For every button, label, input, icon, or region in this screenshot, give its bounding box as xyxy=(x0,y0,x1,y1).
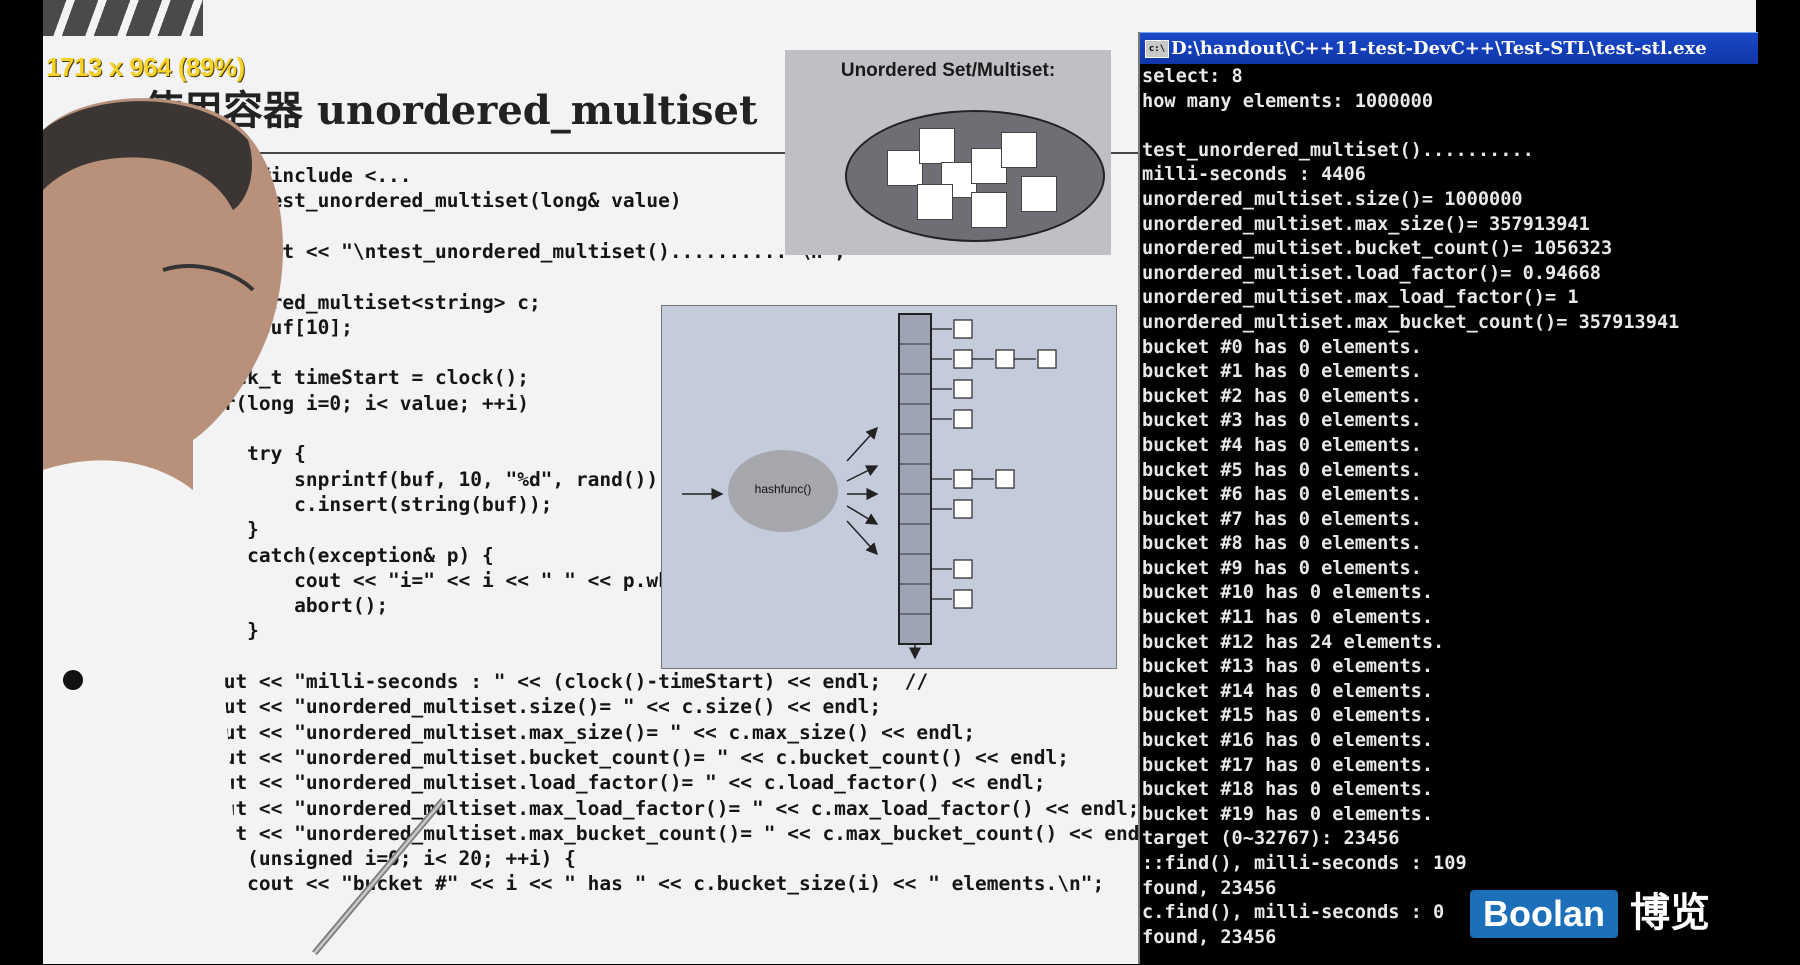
console-line: test_unordered_multiset().......... xyxy=(1142,139,1534,161)
code-line: cout << "unordered_multiset.load_factor(… xyxy=(165,771,1046,795)
zoom-size-indicator: 1713 x 964 (89%) xyxy=(46,52,245,82)
console-line: bucket #10 has 0 elements. xyxy=(1142,582,1434,604)
console-line: bucket #19 has 0 elements. xyxy=(1142,803,1434,825)
console-line: unordered_multiset.bucket_count()= 10563… xyxy=(1142,238,1613,260)
console-line: unordered_multiset.max_size()= 357913941 xyxy=(1142,213,1590,235)
console-line: bucket #9 has 0 elements. xyxy=(1142,557,1422,579)
console-line: bucket #17 has 0 elements. xyxy=(1142,754,1434,776)
brand-logo: Boolan xyxy=(1470,890,1618,938)
console-line: bucket #18 has 0 elements. xyxy=(1142,779,1434,801)
console-line: bucket #16 has 0 elements. xyxy=(1142,730,1434,752)
console-line: bucket #7 has 0 elements. xyxy=(1142,508,1422,530)
console-line: bucket #4 has 0 elements. xyxy=(1142,434,1422,456)
console-line: bucket #3 has 0 elements. xyxy=(1142,410,1422,432)
console-titlebar[interactable]: c:\ D:\handout\C++11-test-DevC++\Test-ST… xyxy=(1140,32,1758,64)
code-line: cout << "unordered_multiset.max_load_fac… xyxy=(165,796,1140,820)
hashtable-diagram: hashfunc() xyxy=(661,305,1117,669)
element-box xyxy=(917,184,953,220)
console-title: D:\handout\C++11-test-DevC++\Test-STL\te… xyxy=(1171,38,1707,59)
element-box xyxy=(1021,176,1057,212)
video-frame: 使用容器 unordered_multiset #include <... vo… xyxy=(0,0,1800,964)
console-line: unordered_multiset.size()= 1000000 xyxy=(1142,188,1523,210)
code-line: cout << "unordered_multiset.bucket_count… xyxy=(165,745,1069,769)
brand-logo-cn: 博览 xyxy=(1630,890,1710,936)
element-box xyxy=(919,128,955,164)
code-line: cout << "bucket #" << i << " has " << c.… xyxy=(165,872,1105,896)
console-line: bucket #8 has 0 elements. xyxy=(1142,533,1422,555)
console-line: unordered_multiset.max_bucket_count()= 3… xyxy=(1142,311,1680,333)
console-line: bucket #13 has 0 elements. xyxy=(1142,656,1434,678)
presenter-figure xyxy=(43,98,283,964)
diagram-title: Unordered Set/Multiset: xyxy=(840,60,1056,81)
console-line: select: 8 xyxy=(1142,66,1243,87)
console-line: how many elements: 1000000 xyxy=(1142,90,1434,112)
console-line: unordered_multiset.load_factor()= 0.9466… xyxy=(1142,262,1601,284)
unordered-set-diagram: Unordered Set/Multiset: xyxy=(785,50,1111,255)
element-box xyxy=(887,150,923,186)
set-container-ellipse xyxy=(845,110,1105,242)
console-line: bucket #2 has 0 elements. xyxy=(1142,385,1422,407)
console-line: bucket #0 has 0 elements. xyxy=(1142,336,1422,358)
element-box xyxy=(971,192,1007,228)
console-line: unordered_multiset.max_load_factor()= 1 xyxy=(1142,287,1579,309)
slide-header-decoration xyxy=(43,0,203,36)
console-line: bucket #11 has 0 elements. xyxy=(1142,607,1434,629)
console-window[interactable]: c:\ D:\handout\C++11-test-DevC++\Test-ST… xyxy=(1138,32,1758,964)
console-app-icon[interactable]: c:\ xyxy=(1145,40,1169,58)
console-line: bucket #15 has 0 elements. xyxy=(1142,705,1434,727)
console-line: target (0~32767): 23456 xyxy=(1142,828,1400,850)
console-line: ::find(), milli-seconds : 109 xyxy=(1142,853,1467,874)
console-line: bucket #6 has 0 elements. xyxy=(1142,484,1422,506)
code-line: cout << "unordered_multiset.max_bucket_c… xyxy=(165,821,1152,845)
element-box xyxy=(1001,132,1037,168)
hash-function-label: hashfunc() xyxy=(754,482,812,496)
console-line: bucket #1 has 0 elements. xyxy=(1142,361,1422,383)
console-line: bucket #14 has 0 elements. xyxy=(1142,680,1434,702)
console-line: milli-seconds : 4406 xyxy=(1142,164,1366,186)
console-line: bucket #12 has 24 elements. xyxy=(1142,631,1445,653)
console-line: bucket #5 has 0 elements. xyxy=(1142,459,1422,481)
console-output: select: 8 how many elements: 1000000 test_… xyxy=(1140,65,1758,965)
